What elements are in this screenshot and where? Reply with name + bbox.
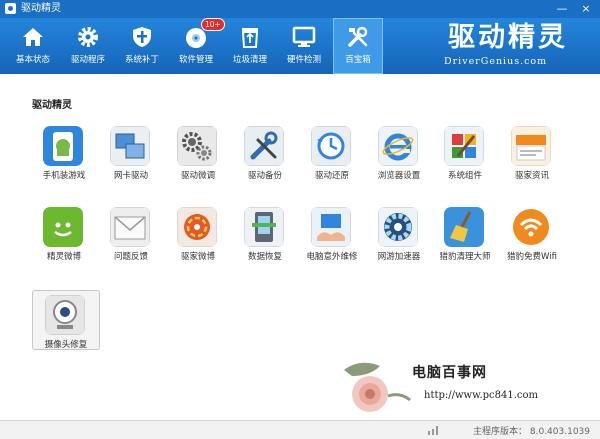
tab-toolbox[interactable]: 百宝箱 [333,18,383,74]
toolbox-panel: 驱动精灵 手机装游戏 网卡驱动 驱动微调 驱动备份 驱动还原 浏览器设置 系统组… [0,74,600,420]
brand-name-en: DriverGenius.com [444,56,548,67]
status-bar: 主程序版本： 8.0.403.1039 [0,420,600,439]
title-bar: 驱动精灵 — × [0,0,600,18]
watermark-url: http://www.pc841.com [424,390,539,401]
app-label: 摄像头修复 [44,340,88,350]
version-info: 主程序版本： 8.0.403.1039 [473,424,590,437]
brand-logo: 驱动精灵 DriverGenius.com [440,22,590,70]
broom-icon [444,207,484,247]
tab-label: 驱动程序 [70,55,105,65]
tab-label: 硬件检测 [286,55,321,65]
app-data-recovery[interactable]: 数据恢复 [232,207,298,265]
tab-label: 百宝箱 [345,55,371,65]
tab-label: 软件管理 [178,55,213,65]
watermark-title: 电脑百事网 [412,365,487,381]
minimize-button[interactable]: — [552,0,572,18]
section-title: 驱动精灵 [32,100,72,111]
spiral-logo-icon [177,207,217,247]
app-pc-repair[interactable]: 电脑意外维修 [299,207,365,265]
tab-hardware[interactable]: 硬件检测 [279,18,329,74]
app-driver-restore[interactable]: 驱动还原 [299,126,365,184]
shield-icon [133,27,151,47]
version-number: 8.0.403.1039 [529,427,590,437]
tools-icon [348,26,368,47]
close-button[interactable]: × [576,0,596,18]
rose-watermark-icon [344,362,411,412]
update-count-badge: 10+ [201,18,225,31]
app-browser-settings[interactable]: 浏览器设置 [366,126,432,184]
tab-software[interactable]: 10+ 软件管理 [171,18,225,74]
app-game-accelerator[interactable]: 网游加速器 [366,207,432,265]
app-label: 猎豹免费Wifi [507,252,557,262]
app-genius-weibo[interactable]: 精灵微博 [31,207,97,265]
app-network-driver[interactable]: 网卡驱动 [98,126,164,184]
app-driver-tuning[interactable]: 驱动微调 [165,126,231,184]
monitor-icon [292,26,316,47]
recycle-bin-icon [241,28,259,48]
paint-palette-icon [444,126,484,166]
app-webcam-repair[interactable]: 摄像头修复 [32,290,100,350]
app-home-weibo[interactable]: 驱家微博 [165,207,231,265]
window-title: 驱动精灵 [21,3,61,14]
turbine-fan-icon [378,207,418,247]
tab-label: 垃圾清理 [232,55,267,65]
home-icon [23,28,43,46]
app-cleanmaster[interactable]: 猎豹清理大师 [432,207,498,265]
version-label: 主程序版本： [472,427,527,437]
signal-bars-icon [428,426,438,435]
news-icon [511,126,551,166]
brand-name-cn: 驱动精灵 [448,22,568,53]
gears-icon [177,126,217,166]
android-phone-icon [43,126,83,166]
tab-label: 系统补丁 [124,55,159,65]
app-free-wifi[interactable]: 猎豹免费Wifi [499,207,565,265]
app-label: 驱家资讯 [514,171,549,181]
wrench-screwdriver-icon [244,126,284,166]
app-logo-icon [5,3,16,14]
app-driver-backup[interactable]: 驱动备份 [232,126,298,184]
tab-cleanup[interactable]: 垃圾清理 [225,18,275,74]
envelope-icon [110,207,150,247]
app-feedback[interactable]: 问题反馈 [98,207,164,265]
app-system-components[interactable]: 系统组件 [432,126,498,184]
disk-recovery-icon [244,207,284,247]
wifi-icon [513,209,549,245]
watermark: 电脑百事网 http://www.pc841.com [340,352,600,420]
tab-label: 基本状态 [15,55,50,65]
ie-browser-icon [378,126,418,166]
gear-icon [78,27,98,47]
tab-drivers[interactable]: 驱动程序 [63,18,113,74]
repair-hands-icon [311,207,351,247]
network-card-icon [110,126,150,166]
tab-system-patch[interactable]: 系统补丁 [117,18,167,74]
webcam-icon [45,295,85,335]
app-phone-games[interactable]: 手机装游戏 [31,126,97,184]
chat-bubble-icon [43,207,83,247]
app-news[interactable]: 驱家资讯 [499,126,565,184]
tab-basic-status[interactable]: 基本状态 [8,18,58,74]
restore-clock-icon [311,126,351,166]
